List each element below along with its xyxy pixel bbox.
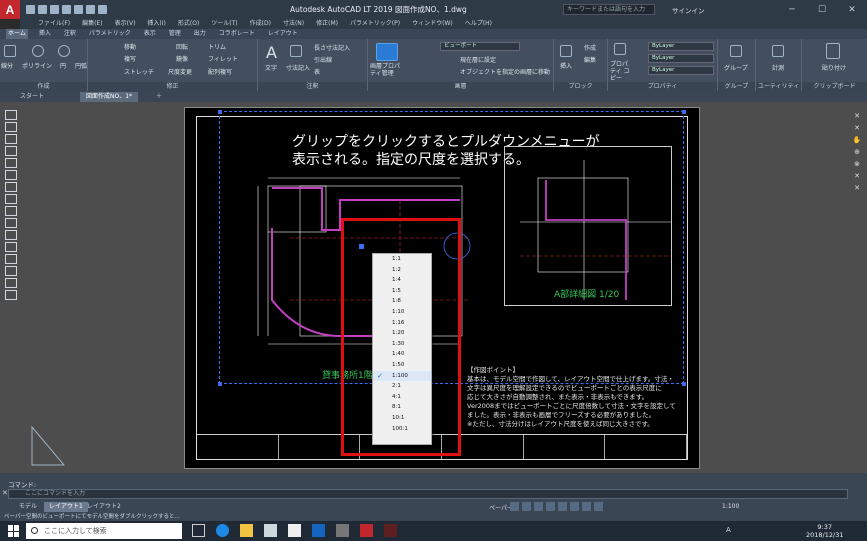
- note-line: 【作図ポイント】: [467, 366, 519, 374]
- note-line: 基本は、モデル空間で作図して、レイアウト空間で仕上げます。寸法・: [467, 375, 674, 383]
- search-icon: [31, 527, 38, 534]
- scale-option-label: 4:1: [392, 393, 401, 400]
- scale-option[interactable]: 8:1: [373, 402, 431, 413]
- scale-option-label: 1:16: [392, 319, 405, 326]
- command-history: コマンド:: [8, 481, 37, 489]
- edge-icon[interactable]: [216, 524, 229, 537]
- scale-option-label: 1:50: [392, 361, 405, 368]
- scale-option[interactable]: 1:2: [373, 265, 431, 276]
- store-icon[interactable]: [288, 524, 301, 537]
- scale-option-label: 1:40: [392, 351, 405, 358]
- scale-option-label: 2:1: [392, 383, 401, 390]
- scale-option-label: 1:100: [392, 372, 408, 379]
- grip-handle[interactable]: [218, 382, 222, 386]
- status-line: ペーパー空間のビューポートにてモデル空間をダブルクリックすると...: [0, 513, 867, 521]
- clock[interactable]: 9:37 2018/12/31: [806, 523, 843, 539]
- scale-option-label: 100:1: [392, 425, 408, 432]
- scale-option[interactable]: 1:8: [373, 296, 431, 307]
- clock-date: 2018/12/31: [806, 531, 844, 539]
- scale-option[interactable]: 4:1: [373, 392, 431, 403]
- polar-icon[interactable]: [546, 502, 555, 511]
- title-block-cell: [605, 435, 688, 459]
- scale-option[interactable]: 2:1: [373, 381, 431, 392]
- mail-icon[interactable]: [264, 524, 277, 537]
- scale-option[interactable]: 1:5: [373, 286, 431, 297]
- grip-handle[interactable]: [682, 382, 686, 386]
- title-block-cell: [524, 435, 606, 459]
- app-icon[interactable]: [336, 524, 349, 537]
- note-line: ました。表示・非表示も画層でフリーズする必要がありました。: [467, 411, 656, 419]
- selection-icon[interactable]: [582, 502, 591, 511]
- scale-option[interactable]: 1:30: [373, 339, 431, 350]
- explorer-icon[interactable]: [240, 524, 253, 537]
- app-icon[interactable]: [384, 524, 397, 537]
- ortho-icon[interactable]: [534, 502, 543, 511]
- note-line: 応じて大きさが自動調整され、また表示・非表示もできます。: [467, 393, 649, 401]
- tab-model[interactable]: モデル: [14, 502, 42, 512]
- annotation-icon[interactable]: [594, 502, 603, 511]
- scale-option[interactable]: 100:1: [373, 424, 431, 435]
- autocad-taskbar-icon[interactable]: [360, 524, 373, 537]
- taskbar-apps: [192, 524, 397, 537]
- taskbar-search-input[interactable]: ここに入力して検索: [26, 523, 182, 539]
- grid-icon[interactable]: [510, 502, 519, 511]
- scale-option[interactable]: 1:50: [373, 360, 431, 371]
- grip-handle[interactable]: [682, 110, 686, 114]
- clock-time: 9:37: [817, 523, 833, 531]
- title-block-cell: [197, 435, 279, 459]
- scale-option-label: 1:8: [392, 298, 401, 305]
- osnap-icon[interactable]: [558, 502, 567, 511]
- scale-option[interactable]: 1:40: [373, 349, 431, 360]
- scale-option-label: 1:4: [392, 277, 401, 284]
- lineweight-icon[interactable]: [570, 502, 579, 511]
- scale-option-label: 1:20: [392, 330, 405, 337]
- snap-icon[interactable]: [522, 502, 531, 511]
- close-icon[interactable]: ✕: [2, 489, 8, 497]
- app-icon[interactable]: [312, 524, 325, 537]
- scale-option[interactable]: ✓ 1:100: [373, 370, 431, 382]
- command-input[interactable]: ここにコマンドを入力: [8, 489, 848, 499]
- note-line: 文字は異尺度を理解設定できるのでビューポートごとの表示尺度に: [467, 384, 662, 392]
- note-line: Ver2008まではビューポートごとに尺度倍数して寸法・文字を設定して: [467, 402, 676, 410]
- system-tray[interactable]: A: [726, 526, 731, 534]
- scale-option-label: 1:2: [392, 266, 401, 273]
- tab-layout2[interactable]: レイアウト2: [82, 502, 126, 512]
- detail-viewport[interactable]: [504, 146, 672, 306]
- scale-option-label: 1:1: [392, 256, 401, 262]
- grip-handle[interactable]: [218, 110, 222, 114]
- ucs-icon: [31, 425, 66, 466]
- scale-option[interactable]: 1:10: [373, 307, 431, 318]
- scale-option[interactable]: 1:4: [373, 275, 431, 286]
- check-icon: ✓: [377, 371, 383, 380]
- task-view-icon[interactable]: [192, 524, 205, 537]
- scale-option-label: 1:30: [392, 340, 405, 347]
- scale-option[interactable]: 1:1: [373, 254, 431, 265]
- annotation-scale[interactable]: 1:100: [722, 503, 739, 510]
- scale-option-label: 1:5: [392, 287, 401, 294]
- scale-option-label: 10:1: [392, 414, 405, 421]
- scale-option[interactable]: 1:20: [373, 328, 431, 339]
- scale-option[interactable]: 10:1: [373, 413, 431, 424]
- scale-option-label: 1:10: [392, 308, 405, 315]
- note-line: ※ただし、寸法分けはレイアウト尺度を使えば同じ大きさです。: [467, 420, 654, 428]
- windows-taskbar: ここに入力して検索 A 9:37 2018/12/31: [0, 521, 867, 541]
- status-bar-buttons: [510, 502, 603, 511]
- notes-block: 【作図ポイント】 基本は、モデル空間で作図して、レイアウト空間で仕上げます。寸法・…: [467, 366, 682, 429]
- detail-label: A部詳細図 1/20: [554, 290, 620, 300]
- scale-option-label: 8:1: [392, 404, 401, 411]
- windows-start-icon[interactable]: [8, 525, 20, 537]
- autocad-window: A Autodesk AutoCAD LT 2019 図面作成NO、1.dwg …: [0, 0, 867, 541]
- scale-dropdown-menu[interactable]: 1:1 1:2 1:4 1:5 1:8 1:10 1:16 1:20 1:30 1:40 1:50 ✓…: [372, 253, 432, 445]
- scale-option[interactable]: 1:16: [373, 318, 431, 329]
